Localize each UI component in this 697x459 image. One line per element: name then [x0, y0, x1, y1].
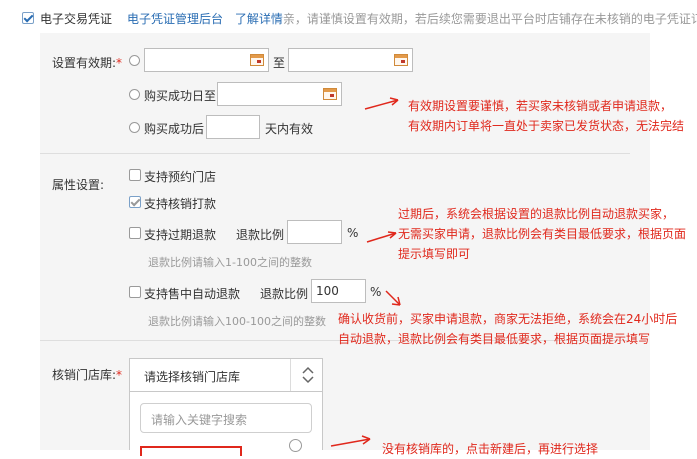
support-store-label: 支持预约门店: [144, 170, 217, 184]
calendar-icon[interactable]: [394, 54, 408, 66]
validity-until-radio[interactable]: [129, 89, 140, 100]
validity-until-label: 购买成功日至: [144, 89, 217, 103]
percent-label-2: %: [370, 285, 382, 299]
expire-refund-label: 支持过期退款: [144, 228, 217, 242]
annotation-expire-refund: 过期后，系统会根据设置的退款比例自动退款买家， 无需买家申请，退款比例会有类目最…: [398, 207, 687, 261]
auto-refund-checkbox[interactable]: [129, 286, 141, 298]
voucher-checkbox-label: 电子交易凭证: [40, 12, 113, 26]
store-search-placeholder: 请输入关键字搜索: [151, 413, 248, 427]
select-divider: [290, 359, 291, 391]
validity-days-suffix: 天内有效: [265, 122, 314, 136]
arrow-icon: [366, 231, 397, 243]
validity-after-radio[interactable]: [129, 122, 140, 133]
percent-label: %: [347, 226, 359, 240]
refund-ratio-label: 退款比例: [236, 228, 285, 242]
header-desc-line: 电子凭证管理后台 了解详情亲，请谨慎设置有效期，若后续您需要退出平台时店铺存在未…: [127, 10, 697, 27]
store-select[interactable]: 请选择核销门店库: [129, 358, 323, 392]
arrow-icon: [330, 435, 371, 447]
calendar-icon[interactable]: [323, 88, 337, 100]
learn-more-link[interactable]: 了解详情: [235, 12, 283, 26]
validity-end-date-input[interactable]: [288, 48, 413, 72]
validity-until-date-input[interactable]: [217, 82, 342, 106]
validity-days-input[interactable]: [206, 115, 260, 139]
support-verify-label: 支持核销打款: [144, 197, 217, 211]
chevron-up-down-icon: [298, 363, 318, 387]
arrow-icon: [364, 97, 399, 110]
voucher-admin-link[interactable]: 电子凭证管理后台: [127, 12, 223, 26]
section-divider: [40, 153, 630, 154]
voucher-checkbox[interactable]: [22, 12, 34, 24]
annotation-validity: 有效期设置要谨慎，若买家未核销或者申请退款， 有效期内订单将一直处于卖家已发货状…: [408, 99, 685, 133]
expire-refund-checkbox[interactable]: [129, 227, 141, 239]
support-verify-checkbox[interactable]: [129, 196, 141, 208]
validity-label: 设置有效期:*: [52, 56, 123, 70]
calendar-icon[interactable]: [250, 54, 264, 66]
store-search-input[interactable]: 请输入关键字搜索: [140, 403, 312, 433]
support-store-checkbox[interactable]: [129, 169, 141, 181]
store-label: 核销门店库:*: [52, 368, 123, 382]
annotation-auto-refund: 确认收货前，买家申请退款，商家无法拒绝，系统会在24小时后 自动退款，退款比例会…: [338, 312, 678, 346]
store-select-placeholder: 请选择核销门店库: [144, 370, 241, 384]
validity-start-date-input[interactable]: [144, 48, 269, 72]
header-description: 亲，请谨慎设置有效期，若后续您需要退出平台时店铺存在未核销的电子凭证订单: [282, 12, 697, 26]
range-to-label: 至: [273, 56, 286, 70]
attributes-label: 属性设置:: [52, 178, 105, 192]
arrow-icon: [385, 290, 401, 306]
validity-after-label: 购买成功后: [144, 122, 205, 136]
refund-ratio-hint-2: 退款比例请输入100-100之间的整数: [148, 315, 326, 328]
annotation-new-store: 没有核销库的，点击新建后，再进行选择: [382, 442, 599, 456]
auto-refund-ratio-input[interactable]: 100: [311, 279, 366, 303]
expire-refund-ratio-input[interactable]: [287, 220, 342, 244]
refund-ratio-label-2: 退款比例: [260, 287, 309, 301]
store-dropdown-panel: 请输入关键字搜索: [129, 391, 323, 456]
refund-ratio-hint: 退款比例请输入1-100之间的整数: [148, 256, 312, 269]
store-option-radio[interactable]: [289, 439, 302, 452]
validity-range-radio[interactable]: [129, 55, 140, 66]
new-store-button[interactable]: [140, 446, 242, 456]
auto-refund-label: 支持售中自动退款: [144, 287, 241, 301]
